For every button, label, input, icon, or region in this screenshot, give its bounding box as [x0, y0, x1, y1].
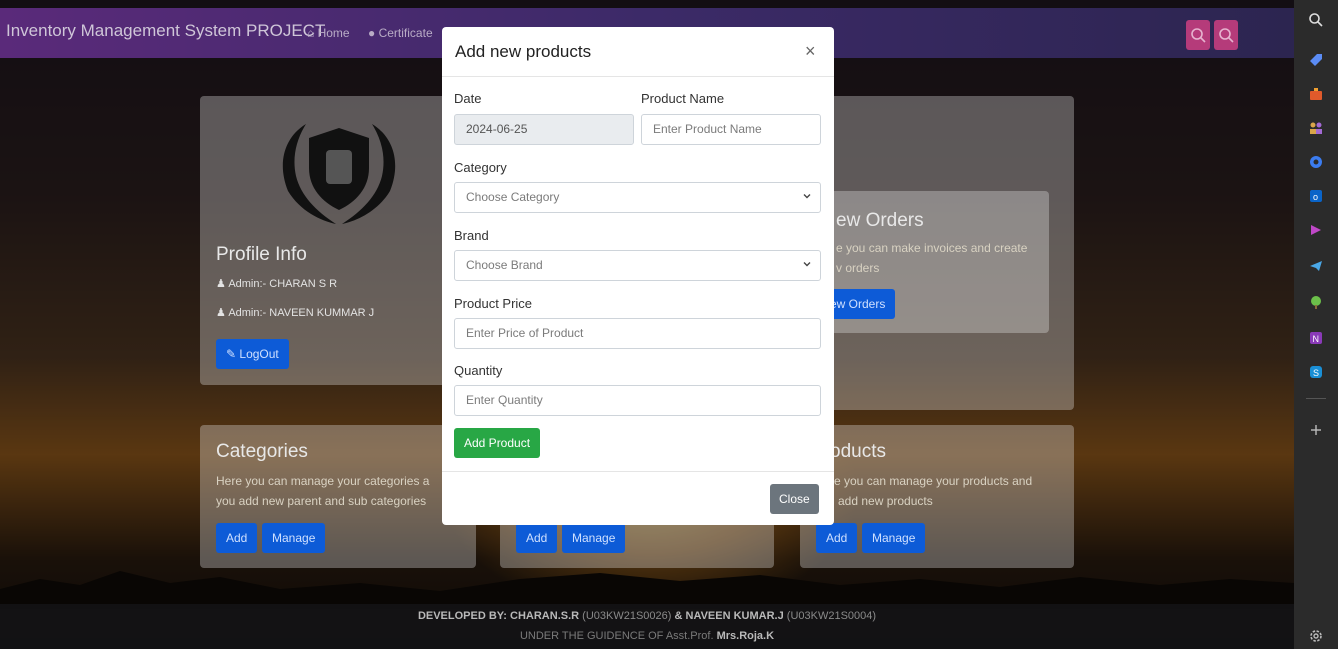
chevron-down-icon [803, 262, 811, 267]
modal-close-icon[interactable]: × [805, 41, 816, 62]
tag-icon[interactable] [1308, 52, 1324, 68]
admin-line-2: ♟ Admin:- NAVEEN KUMMAR J [216, 306, 374, 319]
logout-label: LogOut [239, 347, 279, 361]
category-selected-value: Choose Category [466, 190, 560, 204]
briefcase-icon[interactable] [1308, 86, 1324, 102]
certificate-icon: ● [368, 26, 379, 40]
footer-dev1-id: (U03KW21S0026) [582, 610, 672, 622]
svg-text:o: o [1313, 192, 1318, 202]
admin-line-1: ♟ Admin:- CHARAN S R [216, 277, 337, 290]
search-icon[interactable] [1308, 12, 1324, 28]
telegram-icon[interactable] [1308, 258, 1324, 274]
profile-title: Profile Info [216, 244, 307, 265]
brand-selected-value: Choose Brand [466, 258, 543, 272]
product-price-input[interactable]: Enter Price of Product [454, 318, 821, 349]
shield-logo-icon [282, 124, 396, 224]
products-manage-button[interactable]: Manage [862, 523, 926, 553]
svg-text:N: N [1313, 334, 1320, 344]
nav-certificate-label: Certificate [378, 26, 433, 40]
product-name-label: Product Name [641, 91, 725, 106]
zoom-in-icon [1191, 28, 1206, 43]
add-product-button[interactable]: Add Product [454, 428, 541, 458]
zoom-out-button[interactable] [1214, 20, 1238, 50]
close-button[interactable]: Close [770, 484, 819, 514]
chevron-down-icon [803, 194, 811, 199]
product-price-label: Product Price [454, 296, 533, 311]
brand-select[interactable]: Choose Brand [454, 250, 821, 281]
footer: DEVELOPED BY: CHARAN.S.R (U03KW21S0026) … [0, 604, 1294, 649]
logout-button[interactable]: ✎ LogOut [216, 339, 289, 369]
footer-guidance: UNDER THE GUIDENCE OF Asst.Prof. Mrs.Roj… [0, 630, 1294, 642]
skype-icon[interactable]: S [1308, 364, 1324, 380]
orders-text-1: e you can make invoices and create [836, 241, 1028, 255]
categories-add-button[interactable]: Add [216, 523, 258, 553]
settings-icon[interactable] [1308, 628, 1324, 644]
admin-2-label: Admin:- NAVEEN KUMMAR J [228, 307, 375, 319]
products-text-2: add new products [838, 494, 933, 508]
products-text-1: e you can manage your products and [834, 474, 1033, 488]
add-icon[interactable] [1308, 422, 1324, 438]
products-add-button[interactable]: Add [816, 523, 858, 553]
date-field[interactable]: 2024-06-25 [454, 114, 634, 145]
zoom-in-button[interactable] [1186, 20, 1210, 50]
user-icon: ♟ [216, 278, 229, 290]
sidebar-divider [1306, 398, 1326, 399]
category-label: Category [454, 160, 507, 175]
add-product-modal: Add new products × Date 2024-06-25 Produ… [442, 27, 834, 525]
modal-header: Add new products × [442, 27, 834, 77]
zoom-out-icon [1219, 28, 1234, 43]
brands-manage-button[interactable]: Manage [562, 523, 626, 553]
home-icon: ⌂ [307, 26, 318, 40]
quantity-label: Quantity [454, 363, 503, 378]
footer-developers: DEVELOPED BY: CHARAN.S.R (U03KW21S0026) … [0, 610, 1294, 622]
brands-add-button[interactable]: Add [516, 523, 558, 553]
footer-guide-name: Mrs.Roja.K [716, 630, 775, 642]
modal-footer: Close [442, 471, 834, 525]
browser-sidebar: o N S [1294, 0, 1338, 649]
footer-dev2-id: (U03KW21S0004) [786, 610, 877, 622]
categories-manage-button[interactable]: Manage [262, 523, 326, 553]
copilot-icon[interactable] [1308, 154, 1324, 170]
nav-certificate-link[interactable]: ● Certificate [368, 26, 433, 40]
brand-label: Brand [454, 228, 489, 243]
footer-amp: & [674, 610, 683, 622]
profile-card: Profile Info ♟ Admin:- CHARAN S R ♟ Admi… [200, 96, 476, 385]
outlook-icon[interactable]: o [1308, 188, 1324, 204]
products-title: oducts [830, 441, 886, 462]
nav-home-label: Home [317, 26, 350, 40]
products-card: oducts e you can manage your products an… [800, 425, 1074, 568]
modal-title: Add new products [455, 42, 592, 61]
footer-dev-label: DEVELOPED BY: [417, 610, 507, 622]
orders-title: ew Orders [836, 210, 924, 231]
orders-card: ew Orders e you can make invoices and cr… [820, 191, 1049, 333]
orders-text-2: v orders [836, 261, 880, 275]
footer-dev2-name: NAVEEN KUMAR.J [685, 610, 784, 622]
categories-text-1: Here you can manage your categories a [216, 474, 430, 488]
date-label: Date [454, 91, 482, 106]
category-select[interactable]: Choose Category [454, 182, 821, 213]
people-icon[interactable] [1308, 120, 1324, 136]
onenote-icon[interactable]: N [1308, 330, 1324, 346]
user-icon: ♟ [216, 307, 229, 319]
footer-dev1-name: CHARAN.S.R [510, 610, 580, 622]
svg-text:S: S [1313, 368, 1319, 378]
categories-title: Categories [216, 441, 308, 462]
navbar-brand[interactable]: Inventory Management System PROJECT [6, 21, 325, 41]
admin-1-label: Admin:- CHARAN S R [228, 278, 338, 290]
categories-card: Categories Here you can manage your cate… [200, 425, 476, 568]
product-name-input[interactable]: Enter Product Name [641, 114, 821, 145]
footer-guidance-text: UNDER THE GUIDENCE OF Asst.Prof. [519, 630, 714, 642]
games-icon[interactable] [1308, 222, 1324, 238]
tree-icon[interactable] [1308, 294, 1324, 310]
categories-text-2: you add new parent and sub categories [216, 494, 427, 508]
edit-icon: ✎ [226, 347, 240, 361]
nav-home-link[interactable]: ⌂ Home [307, 26, 350, 40]
quantity-input[interactable]: Enter Quantity [454, 385, 821, 416]
